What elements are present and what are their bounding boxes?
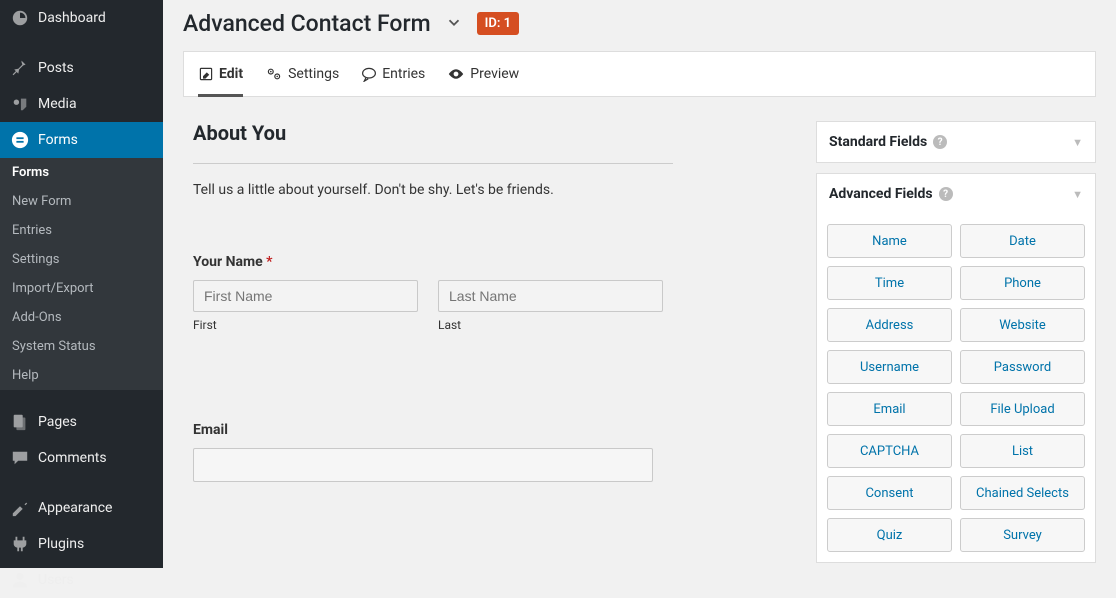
id-badge: ID: 1: [477, 12, 519, 35]
editor-columns: About You Tell us a little about yoursel…: [183, 121, 1096, 568]
field-btn-phone[interactable]: Phone: [960, 266, 1085, 300]
page-title: Advanced Contact Form: [183, 10, 431, 37]
sidebar-item-posts[interactable]: Posts: [0, 50, 163, 86]
panel-title: Standard Fields: [829, 134, 927, 150]
first-sublabel: First: [193, 318, 418, 332]
field-btn-list[interactable]: List: [960, 434, 1085, 468]
field-btn-username[interactable]: Username: [827, 350, 952, 384]
field-btn-website[interactable]: Website: [960, 308, 1085, 342]
sidebar-label: Plugins: [38, 536, 84, 552]
settings-icon: [265, 66, 283, 82]
plugins-icon: [10, 534, 30, 554]
panel-title: Advanced Fields: [829, 186, 933, 202]
advanced-fields-body: Name Date Time Phone Address Website Use…: [817, 214, 1095, 562]
sidebar-sub-entries[interactable]: Entries: [0, 216, 163, 245]
main-content: Advanced Contact Form ID: 1 Edit Setting…: [163, 0, 1116, 568]
tab-bar: Edit Settings Entries Preview: [183, 51, 1096, 97]
tab-preview[interactable]: Preview: [447, 52, 519, 96]
preview-icon: [447, 66, 465, 82]
field-btn-name[interactable]: Name: [827, 224, 952, 258]
sidebar-item-forms[interactable]: Forms: [0, 122, 163, 158]
sidebar-sub-forms[interactable]: Forms: [0, 158, 163, 187]
email-input[interactable]: [193, 448, 653, 482]
required-indicator: *: [266, 254, 272, 270]
admin-sidebar: Dashboard Posts Media Forms Forms New Fo…: [0, 0, 163, 568]
help-icon[interactable]: ?: [933, 135, 947, 149]
field-btn-survey[interactable]: Survey: [960, 518, 1085, 552]
tab-label: Preview: [470, 66, 519, 82]
sidebar-label: Forms: [38, 132, 78, 148]
sidebar-item-appearance[interactable]: Appearance: [0, 490, 163, 526]
tab-label: Settings: [288, 66, 339, 82]
page-header: Advanced Contact Form ID: 1: [183, 10, 1096, 37]
sidebar-item-comments[interactable]: Comments: [0, 440, 163, 476]
field-btn-consent[interactable]: Consent: [827, 476, 952, 510]
divider: [193, 163, 673, 164]
tab-label: Edit: [219, 66, 243, 82]
field-btn-captcha[interactable]: CAPTCHA: [827, 434, 952, 468]
standard-fields-header[interactable]: Standard Fields ? ▼: [817, 122, 1095, 162]
sidebar-submenu: Forms New Form Entries Settings Import/E…: [0, 158, 163, 390]
field-panels: Standard Fields ? ▼ Advanced Fields ? ▼ …: [816, 121, 1096, 568]
advanced-fields-panel: Advanced Fields ? ▼ Name Date Time Phone…: [816, 173, 1096, 563]
sidebar-sub-settings[interactable]: Settings: [0, 245, 163, 274]
comments-icon: [10, 448, 30, 468]
first-name-input[interactable]: [193, 280, 418, 312]
help-icon[interactable]: ?: [939, 187, 953, 201]
caret-down-icon: ▼: [1072, 188, 1083, 201]
sidebar-label: Posts: [38, 60, 74, 76]
tab-settings[interactable]: Settings: [265, 52, 339, 96]
field-btn-time[interactable]: Time: [827, 266, 952, 300]
sidebar-item-media[interactable]: Media: [0, 86, 163, 122]
tab-entries[interactable]: Entries: [361, 52, 425, 96]
sidebar-label: Media: [38, 96, 77, 112]
field-btn-password[interactable]: Password: [960, 350, 1085, 384]
pin-icon: [10, 58, 30, 78]
sidebar-sub-addons[interactable]: Add-Ons: [0, 303, 163, 332]
forms-icon: [10, 130, 30, 150]
standard-fields-panel: Standard Fields ? ▼: [816, 121, 1096, 163]
sidebar-item-dashboard[interactable]: Dashboard: [0, 0, 163, 36]
sidebar-label: Dashboard: [38, 10, 106, 26]
sidebar-item-plugins[interactable]: Plugins: [0, 526, 163, 562]
entries-icon: [361, 66, 377, 82]
sidebar-item-pages[interactable]: Pages: [0, 404, 163, 440]
sidebar-label: Comments: [38, 450, 107, 466]
email-field-label: Email: [193, 422, 786, 438]
sidebar-label: Pages: [38, 414, 77, 430]
sidebar-sub-newform[interactable]: New Form: [0, 187, 163, 216]
field-btn-email[interactable]: Email: [827, 392, 952, 426]
sidebar-sub-status[interactable]: System Status: [0, 332, 163, 361]
field-btn-chained[interactable]: Chained Selects: [960, 476, 1085, 510]
last-name-input[interactable]: [438, 280, 663, 312]
field-btn-date[interactable]: Date: [960, 224, 1085, 258]
pages-icon: [10, 412, 30, 432]
edit-icon: [198, 66, 214, 82]
media-icon: [10, 94, 30, 114]
sidebar-label: Appearance: [38, 500, 112, 516]
chevron-down-icon[interactable]: [445, 13, 463, 35]
sidebar-sub-import[interactable]: Import/Export: [0, 274, 163, 303]
users-icon: [10, 570, 30, 590]
name-field-label: Your Name *: [193, 254, 786, 270]
section-title: About You: [193, 121, 786, 145]
sidebar-sub-help[interactable]: Help: [0, 361, 163, 390]
name-row: First Last: [193, 280, 786, 332]
dashboard-icon: [10, 8, 30, 28]
field-btn-address[interactable]: Address: [827, 308, 952, 342]
sidebar-item-users[interactable]: Users: [0, 562, 163, 598]
field-btn-fileupload[interactable]: File Upload: [960, 392, 1085, 426]
form-preview-area: About You Tell us a little about yoursel…: [183, 121, 796, 568]
field-btn-quiz[interactable]: Quiz: [827, 518, 952, 552]
caret-down-icon: ▼: [1072, 136, 1083, 149]
tab-label: Entries: [382, 66, 425, 82]
section-description: Tell us a little about yourself. Don't b…: [193, 182, 786, 198]
tab-edit[interactable]: Edit: [198, 52, 243, 96]
appearance-icon: [10, 498, 30, 518]
sidebar-label: Users: [38, 572, 74, 588]
advanced-fields-header[interactable]: Advanced Fields ? ▼: [817, 174, 1095, 214]
last-sublabel: Last: [438, 318, 663, 332]
